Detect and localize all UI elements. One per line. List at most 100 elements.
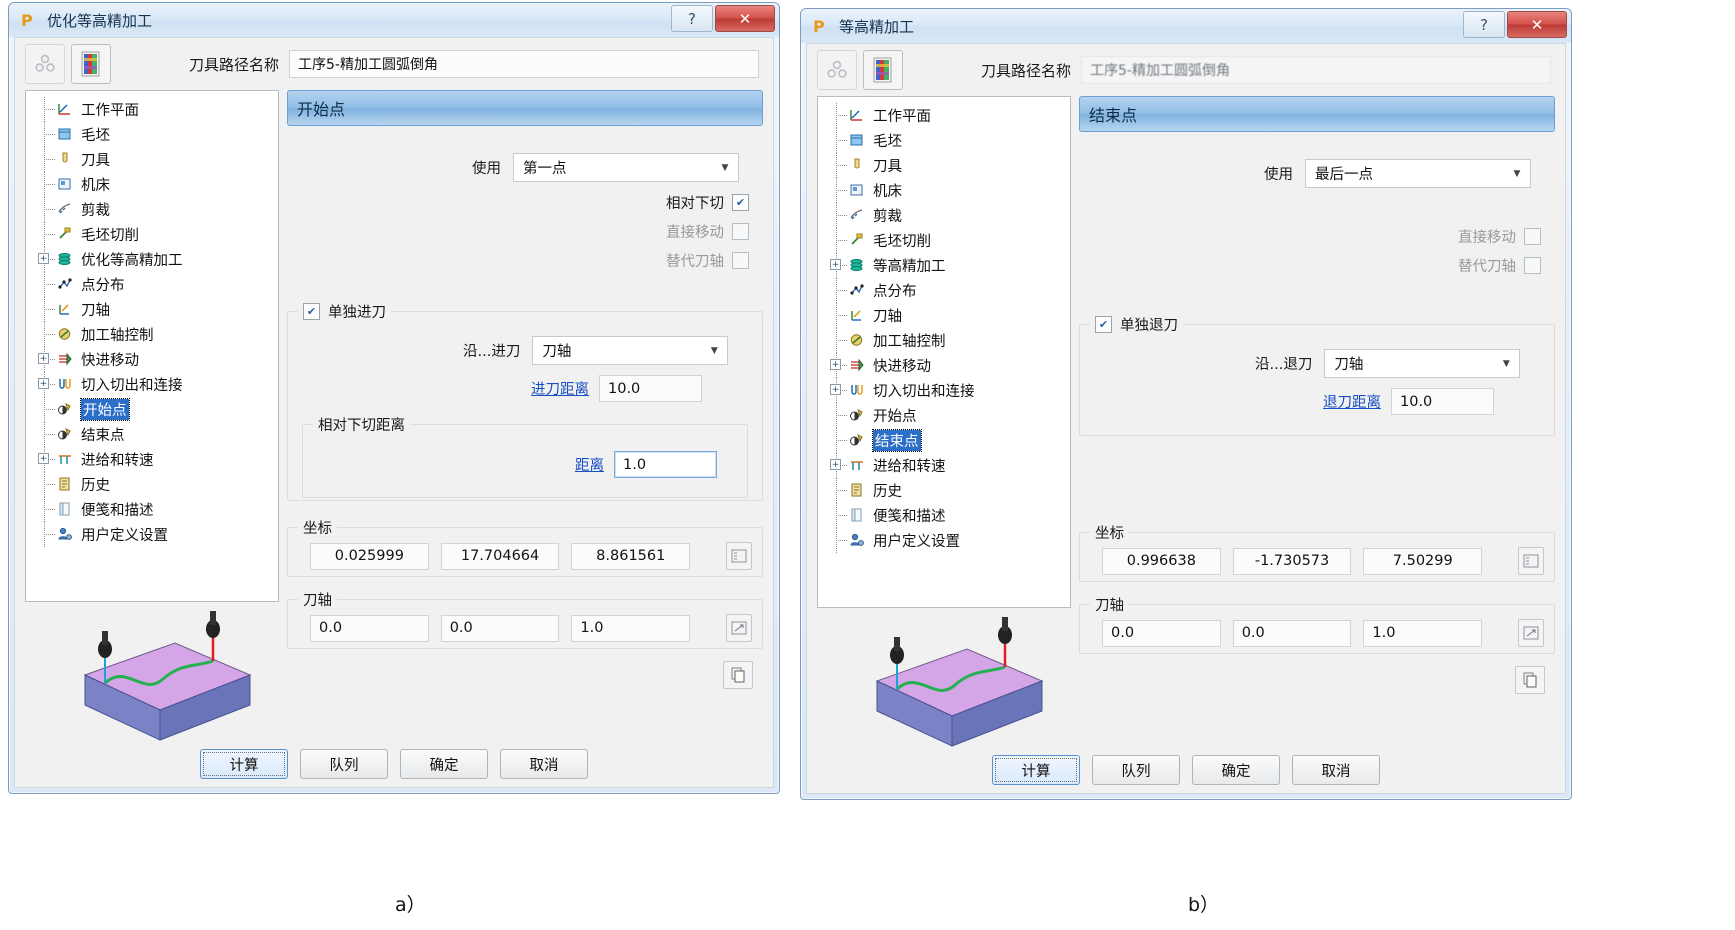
help-button[interactable]: ?: [671, 5, 713, 32]
window-buttons-a[interactable]: ? ✕: [669, 5, 775, 32]
tree-item-11[interactable]: + 快进移动: [26, 347, 278, 372]
separate-lead-in-checkbox[interactable]: ✔: [303, 303, 320, 320]
tree-item-17[interactable]: 便笺和描述: [26, 497, 278, 522]
copy-icon[interactable]: [1515, 666, 1545, 694]
tool-axis-k-input[interactable]: 1.0: [571, 614, 691, 642]
tree-item-14[interactable]: 结束点: [818, 428, 1070, 453]
tree-item-13[interactable]: 开始点: [818, 403, 1070, 428]
tool-axis-k-input-b[interactable]: 1.0: [1363, 619, 1483, 647]
settings-tree-b[interactable]: 工作平面 毛坯 刀具 机床 剪裁 毛坯切削 + 等高精加工 点分布 刀轴 加工轴控制 + 快进移动 + 切入…: [817, 96, 1071, 608]
toolpath-thumbnail-icon[interactable]: [71, 44, 111, 84]
tree-item-10[interactable]: 加工轴控制: [818, 328, 1070, 353]
pick-coordinate-icon[interactable]: [1518, 547, 1544, 575]
lead-in-distance-input[interactable]: 10.0: [599, 375, 702, 402]
tree-item-12[interactable]: + 切入切出和连接: [818, 378, 1070, 403]
tree-item-2[interactable]: 毛坯: [26, 122, 278, 147]
tree-expander[interactable]: +: [826, 453, 848, 478]
cancel-button-a[interactable]: 取消: [500, 749, 588, 779]
lead-in-along-combo[interactable]: 刀轴 ▼: [532, 336, 729, 365]
tree-item-14[interactable]: 结束点: [26, 422, 278, 447]
expand-icon[interactable]: +: [830, 384, 841, 395]
tool-axis-j-input-b[interactable]: 0.0: [1232, 619, 1352, 647]
tree-item-6[interactable]: 毛坯切削: [26, 222, 278, 247]
tree-expander[interactable]: +: [826, 253, 848, 278]
coordinate-x-input-b[interactable]: 0.996638: [1102, 547, 1221, 575]
queue-button-a[interactable]: 队列: [300, 749, 388, 779]
help-button-b[interactable]: ?: [1463, 11, 1505, 38]
tool-axis-j-input[interactable]: 0.0: [440, 614, 560, 642]
tree-item-3[interactable]: 刀具: [818, 153, 1070, 178]
queue-button-b[interactable]: 队列: [1092, 755, 1180, 785]
tree-item-1[interactable]: 工作平面: [26, 97, 278, 122]
tree-item-15[interactable]: + 进给和转速: [818, 453, 1070, 478]
cancel-button-b[interactable]: 取消: [1292, 755, 1380, 785]
toolpath-name-input-b[interactable]: 工序5-精加工圆弧倒角: [1081, 56, 1551, 84]
expand-icon[interactable]: +: [830, 359, 841, 370]
coordinate-z-input[interactable]: 8.861561: [571, 542, 691, 570]
chevron-down-icon[interactable]: ▼: [712, 163, 738, 173]
tree-expander[interactable]: +: [34, 247, 56, 272]
titlebar-b[interactable]: P 等高精加工 ? ✕: [801, 9, 1571, 43]
relative-plunge-row[interactable]: 相对下切 ✔: [287, 192, 749, 213]
lead-out-distance-input[interactable]: 10.0: [1391, 388, 1494, 415]
lead-out-along-combo[interactable]: 刀轴 ▼: [1324, 349, 1521, 378]
tree-item-4[interactable]: 机床: [818, 178, 1070, 203]
lead-out-distance-label[interactable]: 退刀距离: [1323, 391, 1381, 412]
plunge-distance-label[interactable]: 距离: [575, 454, 604, 475]
plunge-distance-input[interactable]: 1.0: [614, 451, 717, 478]
calculate-button-b[interactable]: 计算: [992, 755, 1080, 785]
dialog-optimised-constant-z-finishing[interactable]: P 优化等高精加工 ? ✕ 刀具路径名称 工序5-精加工圆弧倒角 工作平面 毛坯…: [8, 2, 780, 794]
ok-button-b[interactable]: 确定: [1192, 755, 1280, 785]
ok-button-a[interactable]: 确定: [400, 749, 488, 779]
separate-lead-out-checkbox[interactable]: ✔: [1095, 316, 1112, 333]
tree-item-1[interactable]: 工作平面: [818, 103, 1070, 128]
use-combo-b[interactable]: 最后一点 ▼: [1305, 159, 1531, 188]
copy-icon[interactable]: [723, 661, 753, 689]
tree-expander[interactable]: +: [34, 372, 56, 397]
tool-axis-i-input-b[interactable]: 0.0: [1102, 619, 1221, 647]
expand-icon[interactable]: +: [38, 378, 49, 389]
tree-item-11[interactable]: + 快进移动: [818, 353, 1070, 378]
separate-lead-in-title[interactable]: ✔ 单独进刀: [298, 301, 391, 322]
expand-icon[interactable]: +: [38, 353, 49, 364]
settings-tree-a[interactable]: 工作平面 毛坯 刀具 机床 剪裁 毛坯切削 + 优化等高精加工 点分布 刀轴 加工轴控制 + 快进移动 +…: [25, 90, 279, 602]
coordinate-z-input-b[interactable]: 7.50299: [1363, 547, 1483, 575]
tree-item-5[interactable]: 剪裁: [26, 197, 278, 222]
pick-axis-icon[interactable]: [1518, 619, 1544, 647]
tree-item-13[interactable]: 开始点: [26, 397, 278, 422]
chevron-down-icon[interactable]: ▼: [701, 346, 727, 356]
pick-coordinate-icon[interactable]: [726, 542, 752, 570]
tree-item-15[interactable]: + 进给和转速: [26, 447, 278, 472]
titlebar-a[interactable]: P 优化等高精加工 ? ✕: [9, 3, 779, 37]
close-button-b[interactable]: ✕: [1507, 11, 1567, 38]
tree-item-10[interactable]: 加工轴控制: [26, 322, 278, 347]
close-button[interactable]: ✕: [715, 5, 775, 32]
tree-expander[interactable]: +: [34, 347, 56, 372]
tree-item-6[interactable]: 毛坯切削: [818, 228, 1070, 253]
use-combo-a[interactable]: 第一点 ▼: [513, 153, 739, 182]
tree-item-17[interactable]: 便笺和描述: [818, 503, 1070, 528]
tree-expander[interactable]: +: [826, 378, 848, 403]
tree-item-4[interactable]: 机床: [26, 172, 278, 197]
tree-item-3[interactable]: 刀具: [26, 147, 278, 172]
separate-lead-out-title[interactable]: ✔ 单独退刀: [1090, 314, 1183, 335]
toolpath-name-input[interactable]: 工序5-精加工圆弧倒角: [289, 50, 759, 78]
chevron-down-icon[interactable]: ▼: [1504, 169, 1530, 179]
tree-expander[interactable]: +: [34, 447, 56, 472]
tree-item-7[interactable]: + 等高精加工: [818, 253, 1070, 278]
footer-b[interactable]: 计算 队列 确定 取消: [807, 755, 1565, 785]
tree-item-18[interactable]: 用户定义设置: [26, 522, 278, 547]
expand-icon[interactable]: +: [830, 259, 841, 270]
refresh-icon[interactable]: [817, 50, 857, 90]
tree-item-16[interactable]: 历史: [818, 478, 1070, 503]
calculate-button-a[interactable]: 计算: [200, 749, 288, 779]
expand-icon[interactable]: +: [38, 453, 49, 464]
tree-item-5[interactable]: 剪裁: [818, 203, 1070, 228]
tree-item-9[interactable]: 刀轴: [818, 303, 1070, 328]
tree-item-2[interactable]: 毛坯: [818, 128, 1070, 153]
expand-icon[interactable]: +: [830, 459, 841, 470]
window-buttons-b[interactable]: ? ✕: [1461, 11, 1567, 38]
footer-a[interactable]: 计算 队列 确定 取消: [15, 749, 773, 779]
tree-item-18[interactable]: 用户定义设置: [818, 528, 1070, 553]
refresh-icon[interactable]: [25, 44, 65, 84]
